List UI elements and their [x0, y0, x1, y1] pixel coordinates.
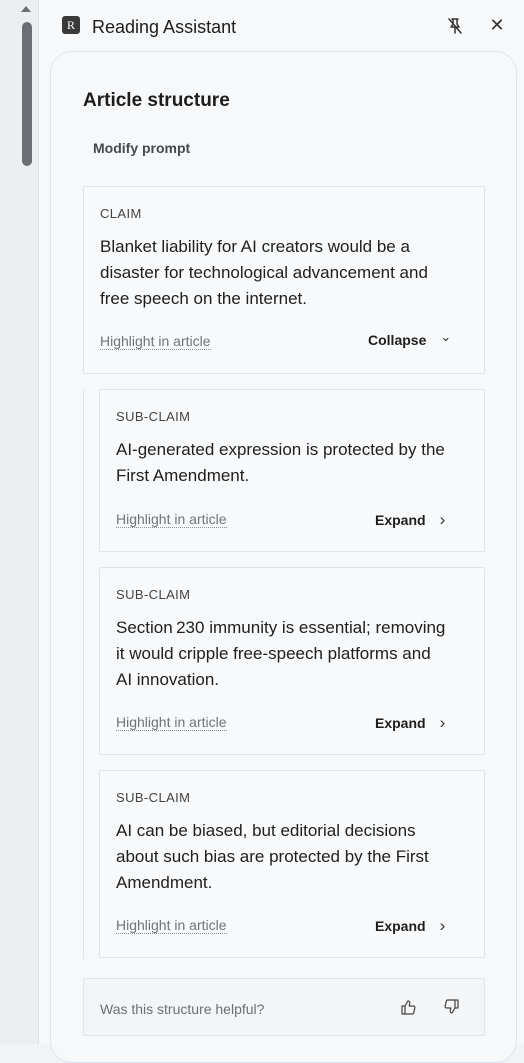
unpin-icon[interactable] [445, 16, 465, 36]
highlight-in-article-link[interactable]: Highlight in article [116, 511, 227, 528]
collapse-label: Collapse [368, 332, 427, 348]
section-title: Article structure [83, 90, 230, 111]
expand-button[interactable]: Expand › [375, 510, 445, 530]
feedback-bar: Was this structure helpful? [83, 978, 485, 1036]
claim-card: CLAIM Blanket liability for AI creators … [83, 186, 485, 374]
scrollbar[interactable] [0, 0, 39, 1044]
expand-button[interactable]: Expand › [375, 916, 445, 936]
app-title: Reading Assistant [92, 17, 237, 37]
sub-claim-text-line: about such bias are protected by the Fir… [116, 847, 429, 866]
sub-claim-label: SUB-CLAIM [116, 587, 191, 602]
thumbs-down-icon[interactable] [442, 998, 460, 1016]
panel-header: R Reading Assistant ✕ [39, 0, 524, 52]
sub-claim-text: Section 230 immunity is essential; remov… [116, 615, 445, 693]
sub-claim-text: AI can be biased, but editorial decision… [116, 818, 429, 896]
scroll-up-arrow-icon[interactable] [21, 6, 31, 12]
close-icon[interactable]: ✕ [487, 15, 507, 35]
feedback-question: Was this structure helpful? [100, 1001, 265, 1017]
expand-label: Expand [375, 918, 426, 934]
reading-assistant-panel: R Reading Assistant ✕ Article structure … [39, 0, 524, 1063]
thumbs-up-icon[interactable] [400, 998, 418, 1016]
chevron-down-icon: ⌄ [440, 329, 452, 344]
sub-claim-card: SUB-CLAIM Section 230 immunity is essent… [99, 567, 485, 755]
collapse-button[interactable]: Collapse ⌄ [368, 329, 452, 349]
sub-claim-text: AI-generated expression is protected by … [116, 437, 445, 489]
sub-claim-label: SUB-CLAIM [116, 409, 191, 424]
claim-label: CLAIM [100, 206, 142, 221]
app-logo: R [62, 16, 80, 34]
sub-claim-text-line: AI can be biased, but editorial decision… [116, 821, 416, 840]
highlight-in-article-link[interactable]: Highlight in article [116, 714, 227, 731]
chevron-right-icon: › [439, 916, 446, 935]
claim-text: Blanket liability for AI creators would … [100, 234, 428, 312]
expand-label: Expand [375, 512, 426, 528]
expand-button[interactable]: Expand › [375, 713, 445, 733]
sub-claim-text-line: First Amendment. [116, 466, 250, 485]
expand-label: Expand [375, 715, 426, 731]
sub-claim-text-line: AI-generated expression is protected by … [116, 440, 445, 459]
article-structure-card: Article structure Modify prompt CLAIM Bl… [50, 51, 517, 1063]
sub-claim-text-line: Amendment. [116, 873, 213, 892]
highlight-in-article-link[interactable]: Highlight in article [100, 333, 211, 350]
tree-indent-line [83, 389, 84, 959]
sub-claim-text-line: AI innovation. [116, 670, 220, 689]
chevron-right-icon: › [439, 510, 446, 529]
claim-text-line: disaster for technological advancement a… [100, 263, 428, 282]
sub-claim-text-line: Section 230 immunity is essential; remov… [116, 618, 446, 637]
highlight-in-article-link[interactable]: Highlight in article [116, 917, 227, 934]
sub-claim-card: SUB-CLAIM AI-generated expression is pro… [99, 389, 485, 552]
chevron-right-icon: › [439, 713, 446, 732]
sub-claim-card: SUB-CLAIM AI can be biased, but editoria… [99, 770, 485, 958]
sub-claim-label: SUB-CLAIM [116, 790, 191, 805]
claim-text-line: free speech on the internet. [100, 289, 307, 308]
scrollbar-thumb[interactable] [22, 22, 32, 166]
modify-prompt-button[interactable]: Modify prompt [93, 140, 190, 156]
claim-text-line: Blanket liability for AI creators would … [100, 237, 410, 256]
sub-claim-text-line: it would cripple free-speech platforms a… [116, 644, 431, 663]
